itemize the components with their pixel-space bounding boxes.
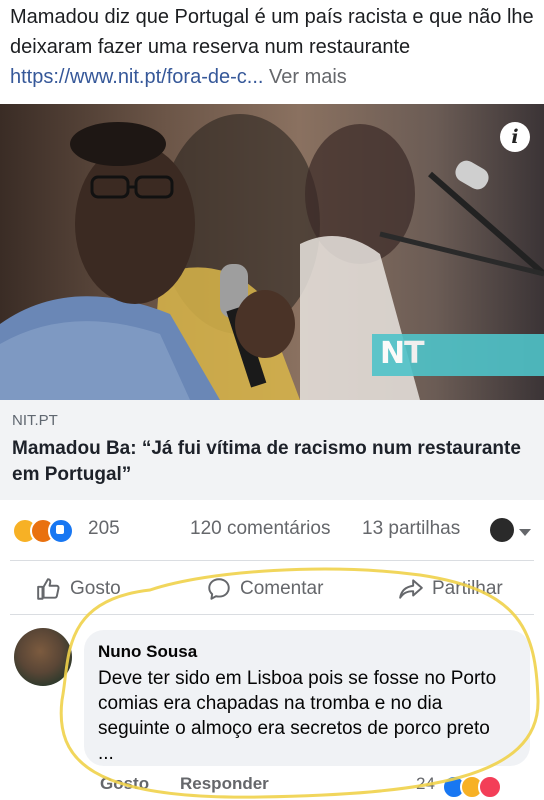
chevron-down-icon[interactable] bbox=[519, 529, 531, 536]
comment-actions: Gosto Responder 24 bbox=[0, 774, 544, 800]
nt-logo-badge: NT bbox=[372, 334, 544, 376]
share-button[interactable]: Partilhar bbox=[398, 566, 503, 612]
share-arrow-icon bbox=[399, 579, 423, 599]
reaction-count[interactable]: 205 bbox=[88, 518, 120, 540]
info-icon[interactable]: i bbox=[500, 122, 530, 152]
like-button-label: Gosto bbox=[70, 578, 121, 599]
reaction-icons[interactable] bbox=[12, 518, 92, 544]
comment-text: Deve ter sido em Lisboa pois se fosse no… bbox=[98, 668, 497, 764]
link-domain: NIT.PT bbox=[12, 412, 58, 429]
comment-author[interactable]: Nuno Sousa bbox=[98, 642, 197, 662]
viewer-avatar[interactable] bbox=[490, 518, 514, 542]
thumbs-up-icon bbox=[37, 578, 60, 600]
comment-bubble: Nuno Sousa Deve ter sido em Lisboa pois … bbox=[84, 630, 530, 766]
speech-bubble-icon bbox=[208, 578, 230, 600]
comment-button-label: Comentar bbox=[240, 578, 324, 599]
divider bbox=[10, 560, 534, 561]
post-text-body: Mamadou diz que Portugal é um país racis… bbox=[10, 6, 534, 58]
divider bbox=[10, 614, 534, 615]
post-actions: Gosto Comentar Partilhar bbox=[0, 566, 544, 612]
comments-count[interactable]: 120 comentários bbox=[190, 518, 330, 540]
nt-logo-text: NT bbox=[380, 336, 425, 371]
comment-reply-button[interactable]: Responder bbox=[180, 774, 269, 794]
shares-count[interactable]: 13 partilhas bbox=[362, 518, 460, 540]
love-reaction-icon bbox=[478, 775, 502, 799]
comment-reaction-count[interactable]: 24 bbox=[416, 774, 435, 794]
post-link[interactable]: https://www.nit.pt/fora-de-c... bbox=[10, 66, 263, 88]
comment-like-button[interactable]: Gosto bbox=[100, 774, 149, 794]
post-stats: 205 120 comentários 13 partilhas bbox=[0, 510, 544, 550]
like-reaction-icon bbox=[48, 518, 74, 544]
see-more-link[interactable]: Ver mais bbox=[263, 66, 347, 88]
share-button-label: Partilhar bbox=[432, 578, 503, 599]
info-icon-glyph: i bbox=[511, 126, 519, 148]
commenter-avatar[interactable] bbox=[14, 628, 72, 686]
link-preview[interactable]: NIT.PT Mamadou Ba: “Já fui vítima de rac… bbox=[0, 400, 544, 500]
comment-button[interactable]: Comentar bbox=[206, 566, 323, 612]
like-button[interactable]: Gosto bbox=[36, 566, 121, 612]
post-text: Mamadou diz que Portugal é um país racis… bbox=[10, 2, 538, 92]
link-headline[interactable]: Mamadou Ba: “Já fui vítima de racismo nu… bbox=[12, 436, 532, 488]
